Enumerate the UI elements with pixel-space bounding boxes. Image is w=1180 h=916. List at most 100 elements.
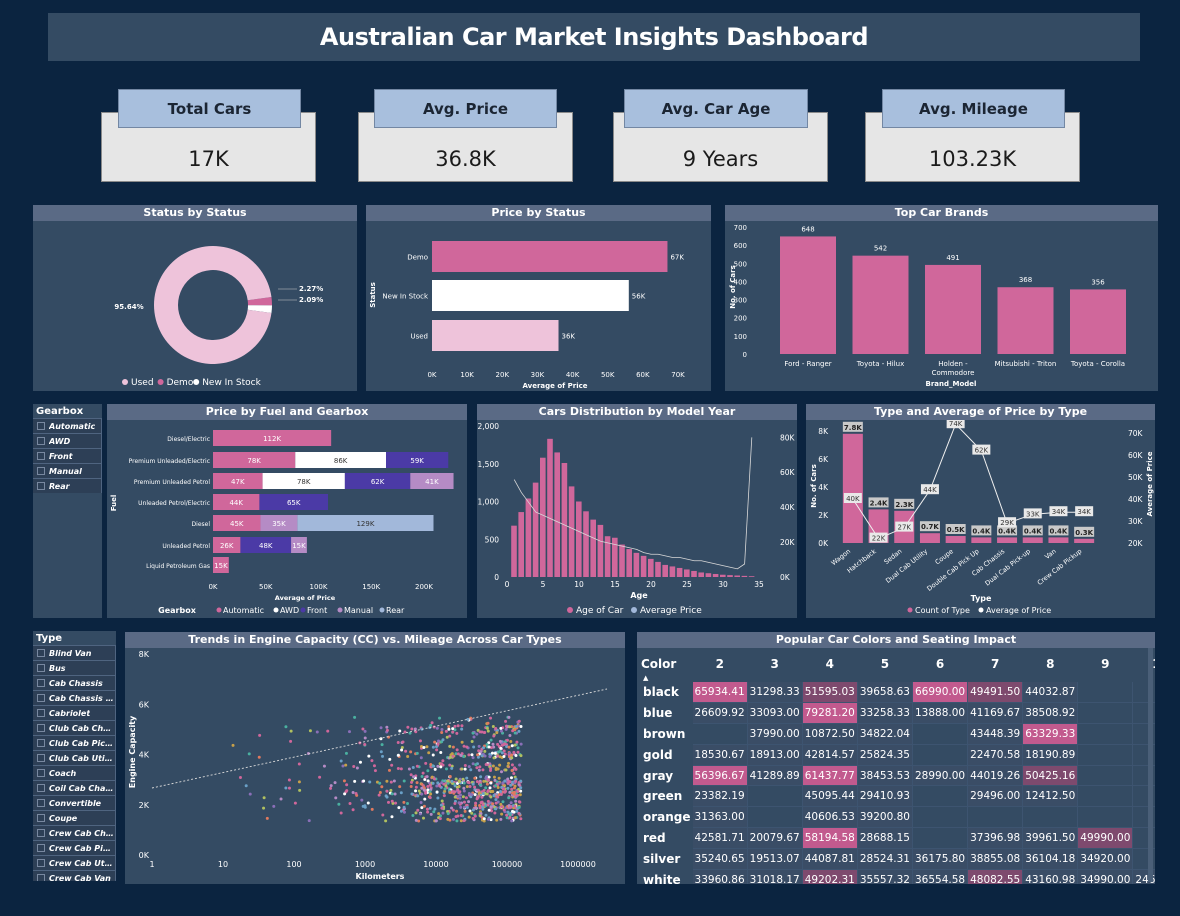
slicer-item[interactable]: Coil Cab Chas... (33, 780, 116, 795)
scatter-point (289, 729, 293, 733)
slicer-item[interactable]: Crew Cab Util... (33, 855, 116, 870)
checkbox-icon[interactable] (37, 799, 45, 807)
slicer-item[interactable]: AWD (33, 433, 102, 448)
colors-table-panel[interactable]: Popular Car Colors and Seating Impact Co… (637, 632, 1155, 884)
price-label: 33K (1026, 510, 1040, 518)
count-label: 2.3K (895, 501, 913, 509)
checkbox-icon[interactable] (37, 437, 45, 445)
checkbox-icon[interactable] (37, 724, 45, 732)
y2-tick-label: 40K (1128, 495, 1144, 504)
scatter-point (462, 819, 466, 823)
scatter-point (440, 728, 444, 732)
price-status-panel[interactable]: Price by Status 67K Demo 56K New In Stock 36… (366, 205, 711, 391)
checkbox-icon[interactable] (37, 844, 45, 852)
scatter-point (244, 784, 248, 788)
slicer-item[interactable]: Coupe (33, 810, 116, 825)
slicer-item[interactable]: Automatic (33, 418, 102, 433)
column-header[interactable]: Color (641, 654, 693, 674)
price-cell: 35557.32 (857, 869, 913, 884)
slicer-item[interactable]: Bus (33, 660, 116, 675)
slicer-item[interactable]: Crew Cab Cha... (33, 825, 116, 840)
table-scrollbar[interactable] (1148, 648, 1153, 882)
segment-value-label: 48K (259, 542, 273, 550)
checkbox-icon[interactable] (37, 467, 45, 475)
scatter-point (453, 795, 457, 799)
column-header[interactable]: 5 (857, 654, 912, 674)
checkbox-icon[interactable] (37, 664, 45, 672)
scatter-point (380, 785, 384, 789)
price-cell: 44019.26 (967, 765, 1024, 787)
slicer-item[interactable]: Club Cab Pick... (33, 735, 116, 750)
scatter-point (353, 779, 357, 783)
slicer-item[interactable]: Cab Chassis (33, 675, 116, 690)
slicer-item[interactable]: Club Cab Cha... (33, 720, 116, 735)
checkbox-icon[interactable] (37, 769, 45, 777)
gearbox-slicer[interactable]: Gearbox Automatic AWD Front Manual Rear (33, 404, 102, 618)
slicer-item[interactable]: Club Cab Utility (33, 750, 116, 765)
y-tick-label: 0 (494, 573, 499, 582)
checkbox-icon[interactable] (37, 829, 45, 837)
slicer-item[interactable]: Crew Cab Pick... (33, 840, 116, 855)
scatter-point (413, 727, 417, 731)
scatter-point (433, 767, 437, 771)
type-slicer[interactable]: Type Blind Van Bus Cab Chassis Cab Chassis … (33, 631, 116, 881)
scatter-point (363, 743, 367, 747)
x-tick-label: 10 (218, 860, 228, 869)
scatter-point (489, 738, 493, 742)
slicer-item[interactable]: Front (33, 448, 102, 463)
price-cell (967, 806, 1024, 829)
slicer-item[interactable]: Manual (33, 463, 102, 478)
slicer-item[interactable]: Cab Chassis Tr... (33, 690, 116, 705)
checkbox-icon[interactable] (37, 784, 45, 792)
checkbox-icon[interactable] (37, 679, 45, 687)
type-price-panel[interactable]: Type and Average of Price by Type 0K 2K 4K… (806, 404, 1155, 618)
price-cell: 50425.16 (1022, 765, 1079, 787)
colors-table-title: Popular Car Colors and Seating Impact (637, 632, 1155, 648)
column-header[interactable]: 2 (693, 654, 748, 674)
checkbox-icon[interactable] (37, 482, 45, 490)
y-tick-label: 1,500 (478, 460, 500, 469)
column-header[interactable]: 6 (912, 654, 967, 674)
checkbox-icon[interactable] (37, 814, 45, 822)
checkbox-icon[interactable] (37, 422, 45, 430)
scatter-point (477, 744, 481, 748)
slicer-item[interactable]: Rear (33, 478, 102, 493)
scatter-point (436, 742, 440, 746)
slicer-item[interactable]: Coach (33, 765, 116, 780)
engine-mileage-panel[interactable]: Trends in Engine Capacity (CC) vs. Milea… (125, 632, 625, 884)
checkbox-icon[interactable] (37, 649, 45, 657)
price-cell: 18530.67 (692, 744, 748, 766)
x-axis-title: Age (630, 591, 648, 600)
checkbox-icon[interactable] (37, 859, 45, 867)
status-chart-panel[interactable]: Status by Status 95.64% 2.27% 2.09% Used Dem… (33, 205, 357, 391)
slicer-item[interactable]: Cabriolet (33, 705, 116, 720)
checkbox-icon[interactable] (37, 754, 45, 762)
scatter-point (334, 796, 338, 800)
fuel-gearbox-panel[interactable]: Price by Fuel and Gearbox 112K Diesel/Ele… (107, 404, 467, 618)
price-cell (912, 723, 969, 745)
category-label: Demo (407, 254, 428, 262)
engine-mileage-title: Trends in Engine Capacity (CC) vs. Milea… (125, 632, 625, 648)
kpi-value: 36.8K (435, 147, 496, 171)
column-header[interactable]: 8 (1023, 654, 1078, 674)
column-header[interactable]: 3 (747, 654, 802, 674)
kpi-label: Avg. Car Age (624, 89, 808, 128)
column-header[interactable]: 4 (802, 654, 857, 674)
column-header[interactable]: 9 (1078, 654, 1133, 674)
scatter-point (499, 726, 503, 730)
sort-ascending-icon[interactable]: ▲ (641, 674, 693, 682)
checkbox-icon[interactable] (37, 739, 45, 747)
model-year-panel[interactable]: Cars Distribution by Model Year 0 500 1,00… (477, 404, 797, 618)
top-brands-panel[interactable]: Top Car Brands 0 100 200 300 400 500 600 700 648… (725, 205, 1158, 391)
slicer-item[interactable]: Convertible (33, 795, 116, 810)
checkbox-icon[interactable] (37, 709, 45, 717)
checkbox-icon[interactable] (37, 452, 45, 460)
scatter-point (439, 762, 443, 766)
slicer-item[interactable]: Blind Van (33, 645, 116, 660)
checkbox-icon[interactable] (37, 874, 45, 881)
scatter-point (517, 805, 521, 809)
checkbox-icon[interactable] (37, 694, 45, 702)
column-header[interactable]: 7 (968, 654, 1023, 674)
price-cell: 28688.15 (857, 827, 913, 849)
slicer-item[interactable]: Crew Cab Van (33, 870, 116, 881)
